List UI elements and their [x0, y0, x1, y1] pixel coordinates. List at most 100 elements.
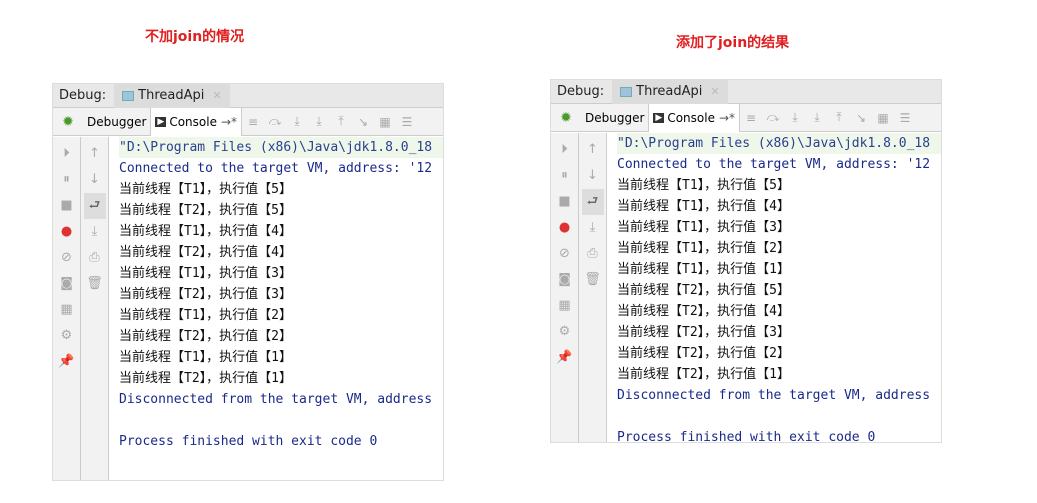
close-icon[interactable]: ✕	[212, 89, 221, 102]
soft-wrap-icon[interactable]: ⮐	[83, 193, 106, 219]
down-icon[interactable]: ↓	[89, 167, 100, 193]
print-icon[interactable]: ⎙	[587, 241, 597, 267]
tab-debugger[interactable]: Debugger	[83, 107, 152, 136]
console-icon: ▶	[653, 112, 665, 123]
breakpoints-icon[interactable]: ●	[61, 219, 72, 245]
app-icon	[122, 90, 135, 101]
console-line: 当前线程【T1】，执行值【4】	[119, 224, 292, 239]
debug-toolbar: ✹ Debugger ▶ Console →* ≡ ⤼ ⤓ ⤓ ⤒ ↘ ▦ ☰	[53, 107, 443, 136]
up-icon[interactable]: ↑	[89, 141, 100, 167]
console-side-toolbar: ↑ ↓ ⮐ ⤓ ⎙ 🗑	[579, 133, 607, 442]
caption-with-join: 添加了join的结果	[676, 35, 790, 51]
stop-icon[interactable]: ■	[558, 189, 570, 215]
debug-toolbar: ✹ Debugger ▶ Console →* ≡ ⤼ ⤓ ⤓ ⤒ ↘ ▦ ☰	[551, 103, 941, 132]
menu-icon[interactable]: ≡	[242, 115, 264, 129]
stop-icon[interactable]: ■	[60, 193, 72, 219]
console-line: Process finished with exit code 0	[617, 430, 876, 442]
run-tab-label: ThreadApi	[636, 84, 703, 99]
console-line: 当前线程【T1】，执行值【2】	[119, 308, 292, 323]
console-line: 当前线程【T2】，执行值【5】	[617, 283, 790, 298]
trace-icon[interactable]: ☰	[396, 115, 418, 129]
console-output[interactable]: "D:\Program Files (x86)\Java\jdk1.8.0_18…	[109, 137, 443, 480]
debug-panel: Debug: ThreadApi ✕ ✹ Debugger ▶ Console →* ≡…	[550, 79, 942, 443]
settings-icon[interactable]: ⚙	[61, 323, 73, 349]
force-step-into-icon[interactable]: ⤓	[308, 114, 330, 129]
console-line: 当前线程【T2】，执行值【1】	[119, 371, 292, 386]
step-over-icon[interactable]: ⤼	[264, 114, 286, 129]
trash-icon[interactable]: 🗑	[86, 271, 103, 297]
step-over-icon[interactable]: ⤼	[762, 110, 784, 125]
layout-icon[interactable]: ▦	[558, 293, 570, 319]
step-out-icon[interactable]: ⤒	[828, 110, 850, 125]
console-line: 当前线程【T2】，执行值【2】	[617, 346, 790, 361]
trace-icon[interactable]: ☰	[894, 111, 916, 125]
camera-icon[interactable]: ◙	[60, 271, 73, 297]
scroll-end-icon[interactable]: ⤓	[590, 215, 596, 241]
run-to-cursor-icon[interactable]: ↘	[850, 111, 872, 125]
app-icon	[620, 86, 633, 97]
tab-console-label: Console	[169, 114, 217, 129]
trash-icon[interactable]: 🗑	[584, 267, 601, 293]
resume-icon[interactable]: ⏵	[561, 137, 568, 163]
console-line: 当前线程【T2】，执行值【3】	[119, 287, 292, 302]
settings-icon[interactable]: ⚙	[559, 319, 571, 345]
run-tab[interactable]: ThreadApi ✕	[114, 84, 230, 108]
run-to-cursor-icon[interactable]: ↘	[352, 115, 374, 129]
evaluate-icon[interactable]: ▦	[872, 111, 894, 125]
tab-console[interactable]: ▶ Console →*	[151, 107, 243, 136]
up-icon[interactable]: ↑	[587, 137, 598, 163]
pin-icon[interactable]: 📌	[556, 345, 572, 371]
console-line: 当前线程【T1】，执行值【5】	[119, 182, 292, 197]
console-side-toolbar: ↑ ↓ ⮐ ⤓ ⎙ 🗑	[81, 137, 109, 480]
tab-console[interactable]: ▶ Console →*	[649, 103, 741, 132]
console-line: 当前线程【T1】，执行值【2】	[617, 241, 790, 256]
debug-header: Debug: ThreadApi ✕	[53, 84, 443, 108]
breakpoints-icon[interactable]: ●	[559, 215, 570, 241]
pin-icon[interactable]: 📌	[58, 349, 74, 375]
pause-icon[interactable]: ⏸	[63, 167, 70, 193]
tab-debugger[interactable]: Debugger	[581, 103, 650, 132]
console-line: 当前线程【T1】，执行值【4】	[617, 199, 790, 214]
pin-tab-icon: →*	[718, 110, 736, 125]
close-icon[interactable]: ✕	[710, 85, 719, 98]
debug-side-toolbar: ⏵ ⏸ ■ ● ⊘ ◙ ▦ ⚙ 📌	[551, 133, 579, 442]
soft-wrap-icon[interactable]: ⮐	[581, 189, 604, 215]
step-into-icon[interactable]: ⤓	[286, 114, 308, 129]
layout-icon[interactable]: ▦	[60, 297, 72, 323]
console-line: Process finished with exit code 0	[119, 434, 378, 449]
debug-label: Debug:	[557, 84, 605, 99]
console-line: "D:\Program Files (x86)\Java\jdk1.8.0_18	[617, 133, 941, 154]
mute-breakpoints-icon[interactable]: ⊘	[559, 241, 570, 267]
console-line: 当前线程【T2】，执行值【4】	[119, 245, 292, 260]
console-line: "D:\Program Files (x86)\Java\jdk1.8.0_18	[119, 137, 443, 158]
console-line: 当前线程【T1】，执行值【3】	[617, 220, 790, 235]
mute-breakpoints-icon[interactable]: ⊘	[61, 245, 72, 271]
run-tab[interactable]: ThreadApi ✕	[612, 80, 728, 104]
debug-label: Debug:	[59, 88, 107, 103]
run-tab-label: ThreadApi	[138, 88, 205, 103]
console-output[interactable]: "D:\Program Files (x86)\Java\jdk1.8.0_18…	[607, 133, 941, 442]
console-icon: ▶	[155, 116, 167, 127]
step-out-icon[interactable]: ⤒	[330, 114, 352, 129]
bug-icon: ✹	[560, 109, 572, 126]
pause-icon[interactable]: ⏸	[561, 163, 568, 189]
print-icon[interactable]: ⎙	[89, 245, 99, 271]
console-line: 当前线程【T2】，执行值【2】	[119, 329, 292, 344]
menu-icon[interactable]: ≡	[740, 111, 762, 125]
console-line: Connected to the target VM, address: '12	[617, 157, 931, 172]
console-line: 当前线程【T2】，执行值【1】	[617, 367, 790, 382]
scroll-end-icon[interactable]: ⤓	[92, 219, 98, 245]
console-line: 当前线程【T1】，执行值【5】	[617, 178, 790, 193]
pin-tab-icon: →*	[220, 114, 238, 129]
camera-icon[interactable]: ◙	[558, 267, 571, 293]
console-line: 当前线程【T2】，执行值【5】	[119, 203, 292, 218]
console-line: Disconnected from the target VM, address	[617, 388, 931, 403]
step-into-icon[interactable]: ⤓	[784, 110, 806, 125]
evaluate-icon[interactable]: ▦	[374, 115, 396, 129]
bug-icon: ✹	[62, 113, 74, 130]
force-step-into-icon[interactable]: ⤓	[806, 110, 828, 125]
caption-without-join: 不加join的情况	[145, 29, 245, 45]
resume-icon[interactable]: ⏵	[63, 141, 70, 167]
down-icon[interactable]: ↓	[587, 163, 598, 189]
